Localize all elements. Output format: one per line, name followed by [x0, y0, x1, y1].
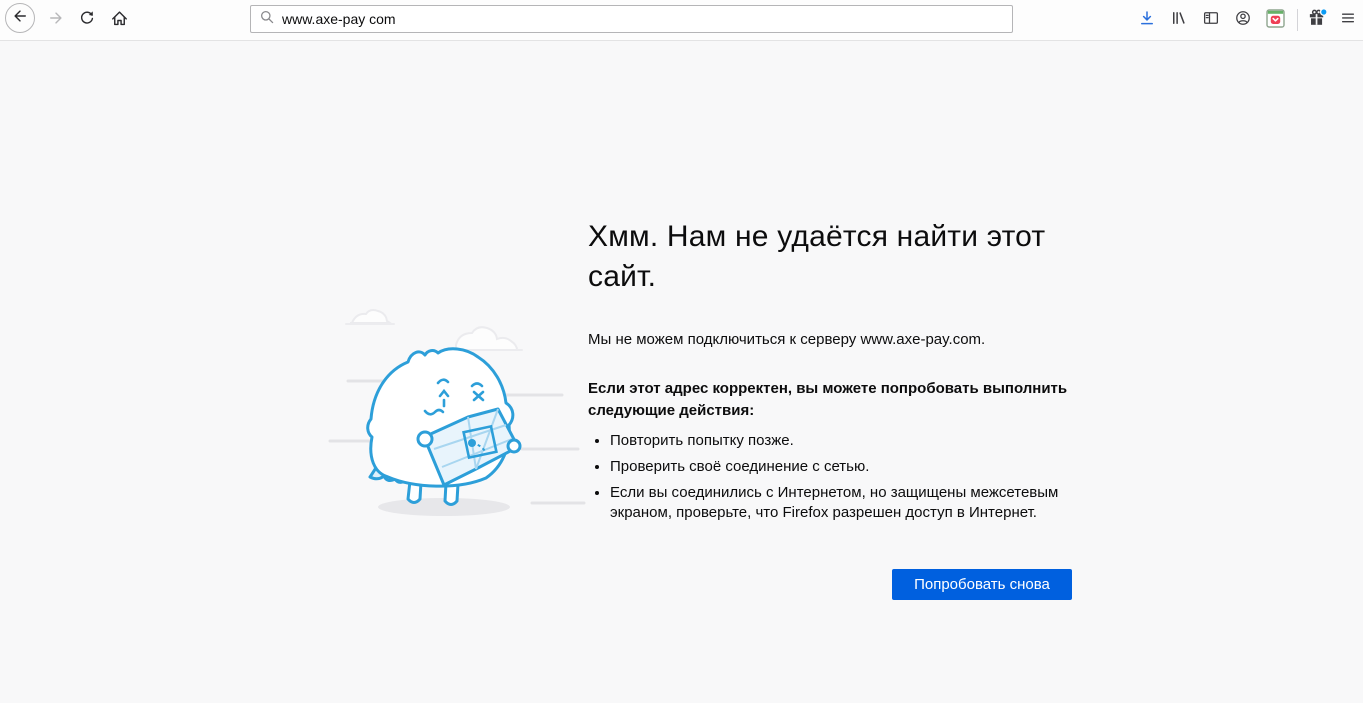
- suggestion-item: Повторить попытку позже.: [610, 431, 1072, 451]
- suggestion-item: Проверить своё соединение с сетью.: [610, 457, 1072, 477]
- suggestion-item: Если вы соединились с Интернетом, но защ…: [610, 483, 1072, 523]
- error-content: Хмм. Нам не удаётся найти этот сайт. Мы …: [588, 217, 1072, 600]
- back-icon: [11, 7, 29, 30]
- home-icon: [110, 9, 129, 28]
- suggestions-heading: Если этот адрес корректен, вы можете поп…: [588, 378, 1072, 422]
- page-title: Хмм. Нам не удаётся найти этот сайт.: [588, 217, 1072, 297]
- search-icon: [259, 9, 275, 30]
- account-icon: [1234, 9, 1252, 27]
- downloads-button[interactable]: [1132, 3, 1162, 33]
- reload-button[interactable]: [72, 3, 102, 33]
- account-button[interactable]: [1228, 3, 1258, 33]
- sidebar-icon: [1202, 9, 1220, 27]
- forward-icon: [47, 9, 65, 27]
- url-bar[interactable]: [250, 5, 1013, 33]
- error-page: Хмм. Нам не удаётся найти этот сайт. Мы …: [0, 41, 1363, 703]
- menu-button[interactable]: [1333, 3, 1363, 33]
- library-button[interactable]: [1164, 3, 1194, 33]
- whats-new-button[interactable]: [1302, 3, 1332, 33]
- error-illustration: [326, 297, 594, 526]
- error-description: Мы не можем подключиться к серверу www.a…: [588, 330, 1072, 350]
- url-input[interactable]: [282, 11, 1004, 27]
- pocket-extension-icon: [1266, 9, 1285, 28]
- library-icon: [1170, 9, 1188, 27]
- back-button[interactable]: [5, 3, 35, 33]
- reload-icon: [78, 9, 96, 27]
- toolbar-separator: [1297, 9, 1298, 31]
- forward-button[interactable]: [41, 3, 71, 33]
- menu-icon: [1339, 9, 1357, 27]
- button-row: Попробовать снова: [588, 569, 1072, 600]
- retry-button[interactable]: Попробовать снова: [892, 569, 1072, 600]
- download-icon: [1138, 9, 1156, 27]
- suggestions-list: Повторить попытку позже. Проверить своё …: [588, 431, 1072, 523]
- gift-icon: [1307, 8, 1328, 29]
- home-button[interactable]: [104, 3, 134, 33]
- sidebar-button[interactable]: [1196, 3, 1226, 33]
- browser-toolbar: [0, 0, 1363, 41]
- pocket-extension-button[interactable]: [1260, 3, 1290, 33]
